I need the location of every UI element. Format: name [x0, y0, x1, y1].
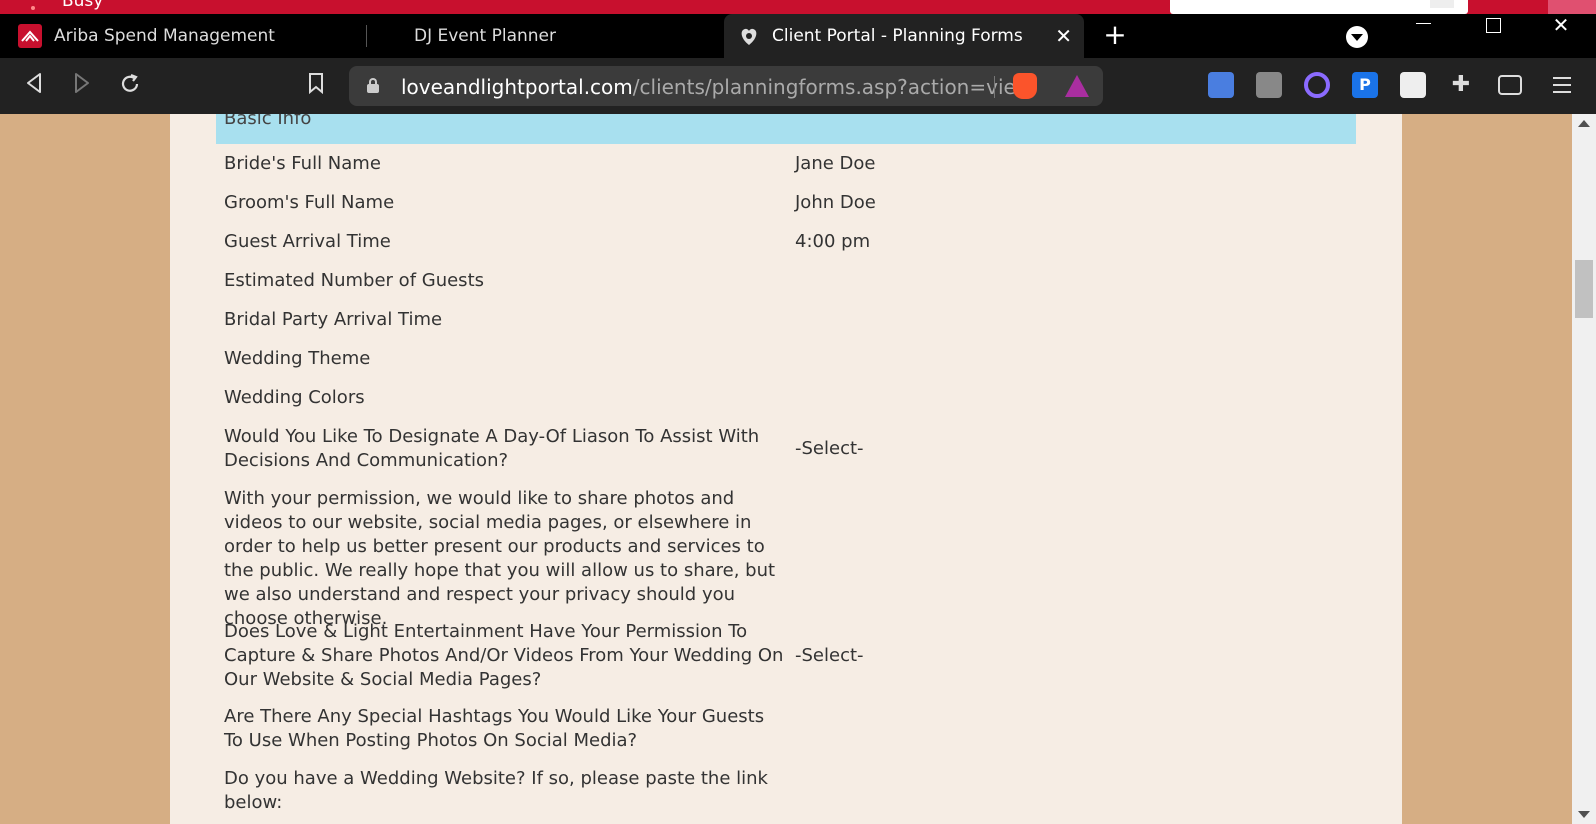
field-value: Jane Doe: [795, 153, 876, 174]
bookmark-icon[interactable]: [302, 72, 330, 100]
field-value: 4:00 pm: [795, 231, 871, 252]
page-scrollbar[interactable]: [1572, 114, 1596, 824]
url-text[interactable]: loveandlightportal.com/clients/planningf…: [401, 75, 1035, 99]
scroll-thumb[interactable]: [1575, 260, 1593, 318]
p-extension-icon[interactable]: P: [1352, 72, 1378, 98]
field-label: Guest Arrival Time: [224, 231, 391, 252]
tab-ariba[interactable]: Ariba Spend Management: [18, 14, 363, 58]
field-label: Do you have a Wedding Website? If so, pl…: [224, 768, 768, 813]
tab-dj-event-planner[interactable]: DJ Event Planner: [414, 14, 714, 58]
tab-client-portal[interactable]: Client Portal - Planning Forms ✕: [724, 14, 1084, 58]
field-label: Bridal Party Arrival Time: [224, 309, 443, 330]
section-header: Basic Info: [216, 114, 1356, 144]
status-text: Busy: [62, 0, 104, 11]
forward-button[interactable]: [68, 72, 96, 100]
ring-extension-icon[interactable]: [1304, 72, 1330, 98]
tab-strip: Ariba Spend Management DJ Event Planner …: [0, 14, 1596, 58]
tab-search-dropdown-icon[interactable]: [1346, 26, 1368, 48]
window-maximize-button[interactable]: [1470, 14, 1516, 44]
tab-title: Ariba Spend Management: [54, 26, 275, 46]
os-close-region[interactable]: [1548, 0, 1596, 14]
brave-rewards-icon[interactable]: [1065, 75, 1089, 97]
upload-extension-icon[interactable]: [1400, 72, 1426, 98]
liaison-select[interactable]: -Select-: [795, 437, 864, 461]
copy-extension-icon[interactable]: [1256, 72, 1282, 98]
back-button[interactable]: [20, 72, 48, 100]
field-label: Wedding Colors: [224, 387, 365, 408]
field-label: Does Love & Light Entertainment Have You…: [224, 621, 784, 690]
tab-separator: [366, 25, 367, 47]
tab-title: DJ Event Planner: [414, 26, 557, 46]
extensions-puzzle-icon[interactable]: ✚: [1448, 72, 1474, 98]
status-dot-icon: [31, 6, 35, 10]
field-label: Bride's Full Name: [224, 153, 381, 174]
field-value: John Doe: [795, 192, 876, 213]
section-title: Basic Info: [224, 114, 312, 129]
address-bar[interactable]: loveandlightportal.com/clients/planningf…: [349, 66, 1103, 106]
scroll-down-arrow-icon[interactable]: [1578, 811, 1590, 818]
url-host: loveandlightportal.com: [401, 75, 633, 99]
scroll-up-arrow-icon[interactable]: [1578, 120, 1590, 127]
field-label: Estimated Number of Guests: [224, 270, 484, 291]
page-viewport: Basic Info Bride's Full Name Jane Doe Gr…: [0, 114, 1596, 824]
tab-title: Client Portal - Planning Forms: [772, 26, 1023, 46]
field-label: With your permission, we would like to s…: [224, 488, 776, 629]
translate-extension-icon[interactable]: [1208, 72, 1234, 98]
close-tab-icon[interactable]: ✕: [1055, 24, 1072, 48]
url-path: /clients/planningforms.asp?action=vie...: [632, 75, 1035, 99]
planning-form-panel: Basic Info Bride's Full Name Jane Doe Gr…: [170, 114, 1402, 824]
brave-shields-icon[interactable]: [1013, 73, 1037, 99]
ariba-logo-icon: [18, 24, 42, 48]
field-label: Are There Any Special Hashtags You Would…: [224, 706, 765, 751]
field-label: Would You Like To Designate A Day-Of Lia…: [224, 426, 760, 471]
wallet-icon[interactable]: [1498, 75, 1522, 95]
address-separator: [994, 76, 995, 98]
new-tab-button[interactable]: +: [1100, 20, 1130, 50]
field-label: Wedding Theme: [224, 348, 371, 369]
lovelight-favicon-icon: [738, 25, 760, 47]
menu-hamburger-icon[interactable]: [1550, 72, 1574, 98]
window-close-button[interactable]: ✕: [1538, 14, 1584, 44]
window-minimize-button[interactable]: [1400, 14, 1446, 44]
reload-button[interactable]: [116, 72, 144, 100]
lock-icon[interactable]: [367, 78, 379, 93]
field-label: Groom's Full Name: [224, 192, 395, 213]
photo-permission-select[interactable]: -Select-: [795, 644, 864, 668]
taskbar-search-box[interactable]: [1170, 0, 1468, 14]
browser-toolbar: loveandlightportal.com/clients/planningf…: [0, 58, 1596, 114]
os-status-strip: Busy: [0, 0, 1596, 14]
